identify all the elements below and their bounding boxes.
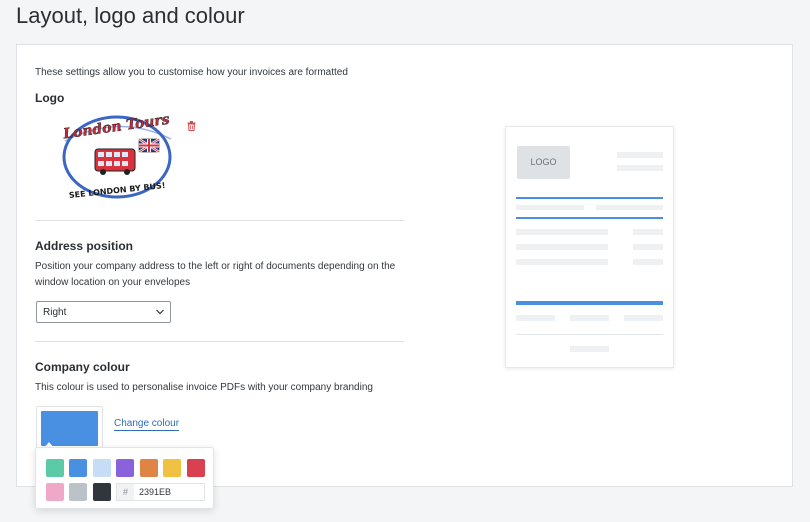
swatch-chip[interactable] — [116, 459, 134, 477]
hex-prefix: # — [116, 483, 135, 501]
invoice-preview: LOGO — [505, 126, 674, 368]
intro-text: These settings allow you to customise ho… — [35, 67, 348, 78]
preview-placeholder-bar — [570, 346, 609, 352]
preview-placeholder-bar — [617, 152, 663, 158]
colour-description: This colour is used to personalise invoi… — [35, 382, 373, 393]
swatch-chip[interactable] — [69, 483, 87, 501]
swatch-chip[interactable] — [187, 459, 205, 477]
colour-picker-popup: # — [35, 447, 214, 509]
colour-swatch-fill — [41, 411, 98, 446]
company-logo[interactable]: London Tours SEE LONDON BY BUS! — [59, 111, 179, 201]
preview-placeholder-bar — [516, 315, 555, 321]
preview-accent-line — [516, 197, 663, 199]
preview-placeholder-bar — [516, 205, 584, 210]
preview-accent-line — [516, 217, 663, 219]
preview-placeholder-bar — [624, 315, 663, 321]
address-description: Position your company address to the lef… — [35, 261, 396, 288]
address-position-select[interactable]: Right — [36, 301, 171, 323]
swatch-chip[interactable] — [46, 459, 64, 477]
preview-placeholder-bar — [633, 229, 663, 235]
divider — [35, 220, 404, 221]
address-heading: Address position — [35, 239, 134, 253]
swatch-chip[interactable] — [140, 459, 158, 477]
divider — [35, 341, 404, 342]
preview-logo-placeholder: LOGO — [517, 146, 570, 179]
colour-heading: Company colour — [35, 360, 130, 374]
preview-placeholder-bar — [516, 229, 608, 235]
swatch-chip[interactable] — [93, 483, 111, 501]
swatch-chip[interactable] — [163, 459, 181, 477]
preview-placeholder-bar — [617, 165, 663, 171]
swatch-chip[interactable] — [93, 459, 111, 477]
swatch-chip[interactable] — [46, 483, 64, 501]
page-title: Layout, logo and colour — [16, 3, 245, 28]
preview-placeholder-bar — [570, 315, 609, 321]
hex-colour-input[interactable] — [134, 483, 205, 501]
preview-placeholder-bar — [596, 205, 663, 210]
preview-placeholder-bar — [633, 259, 663, 265]
preview-divider — [516, 334, 663, 335]
preview-total-bar — [516, 301, 663, 305]
change-colour-link[interactable]: Change colour — [114, 418, 180, 431]
swatch-chip[interactable] — [69, 459, 87, 477]
trash-icon[interactable] — [187, 118, 196, 131]
chevron-down-icon — [156, 309, 164, 315]
logo-heading: Logo — [35, 91, 65, 105]
address-position-value: Right — [43, 307, 67, 318]
settings-card: These settings allow you to customise ho… — [16, 44, 793, 487]
preview-placeholder-bar — [516, 259, 608, 265]
preview-placeholder-bar — [516, 244, 608, 250]
preview-placeholder-bar — [633, 244, 663, 250]
